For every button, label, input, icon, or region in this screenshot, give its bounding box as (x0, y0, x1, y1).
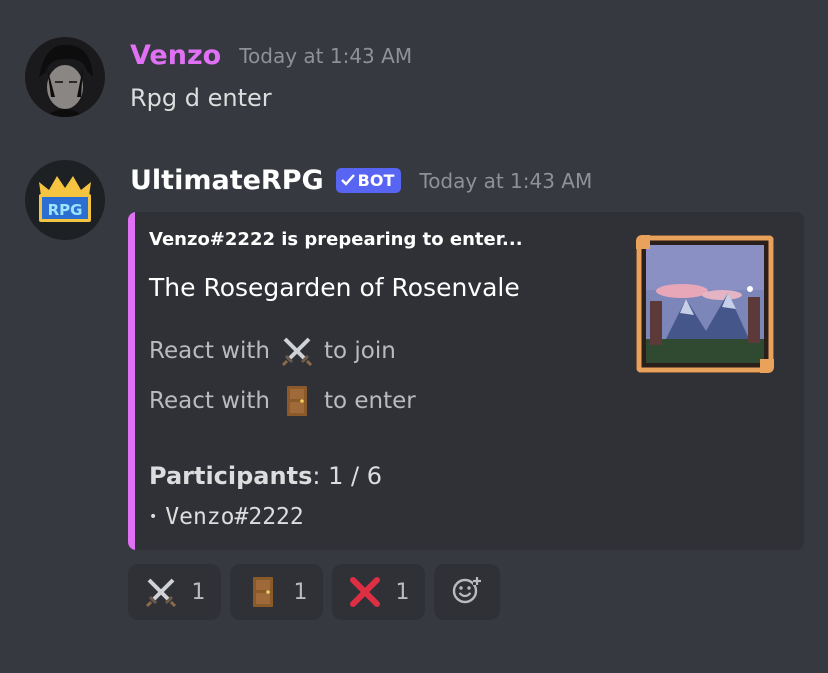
bullet-icon: • (149, 509, 158, 525)
embed-accent-bar (128, 212, 135, 550)
add-reaction-button[interactable] (434, 564, 500, 620)
timestamp: Today at 1:43 AM (239, 43, 413, 68)
reaction-x[interactable]: 1 (332, 564, 425, 620)
embed-line-text: React with (149, 338, 270, 364)
check-icon (340, 171, 355, 190)
bot-tag-label: BOT (357, 171, 395, 190)
participants-label: Participants (149, 462, 313, 490)
username[interactable]: Venzo (130, 40, 221, 71)
mountain-landscape-icon (636, 235, 774, 373)
user-avatar-icon (25, 37, 105, 117)
svg-text:RPG: RPG (48, 201, 83, 219)
embed-thumbnail[interactable] (636, 235, 774, 373)
embed-line-text: to join (323, 338, 396, 364)
add-reaction-smiley-icon (452, 575, 482, 609)
embed-line-join: React with to join (149, 334, 396, 368)
reaction-count: 1 (395, 579, 410, 605)
embed-line-text: React with (149, 388, 270, 414)
embed-author: Venzo#2222 is prepearing to enter... (149, 229, 523, 250)
embed-line-enter: React with to enter (149, 384, 416, 418)
door-icon (246, 575, 280, 609)
reaction-door[interactable]: 1 (230, 564, 323, 620)
embed-line-text: to enter (323, 388, 416, 414)
red-x-icon (348, 575, 382, 609)
username[interactable]: UltimateRPG (130, 165, 324, 196)
reaction-count: 1 (191, 579, 206, 605)
embed: Venzo#2222 is prepearing to enter... The… (128, 212, 804, 550)
door-icon (280, 384, 314, 418)
rpg-logo-icon: RPG (25, 160, 105, 240)
bot-tag: BOT (335, 168, 402, 193)
crossed-swords-icon (144, 575, 178, 609)
participants-field: Participants: 1 / 6 (149, 462, 382, 490)
reactions-bar: 1 1 1 (128, 564, 500, 620)
timestamp: Today at 1:43 AM (419, 168, 593, 193)
venzo-avatar[interactable] (25, 37, 105, 117)
crossed-swords-icon (280, 334, 314, 368)
participants-count: : 1 / 6 (312, 462, 382, 490)
reaction-swords[interactable]: 1 (128, 564, 221, 620)
reaction-count: 1 (293, 579, 308, 605)
participant-name: Venzo#2222 (165, 504, 304, 530)
bot-avatar[interactable]: RPG (25, 160, 105, 240)
message-content: Rpg d enter (130, 84, 272, 112)
embed-title: The Rosegarden of Rosenvale (149, 273, 520, 302)
list-item: • Venzo#2222 (149, 504, 304, 530)
